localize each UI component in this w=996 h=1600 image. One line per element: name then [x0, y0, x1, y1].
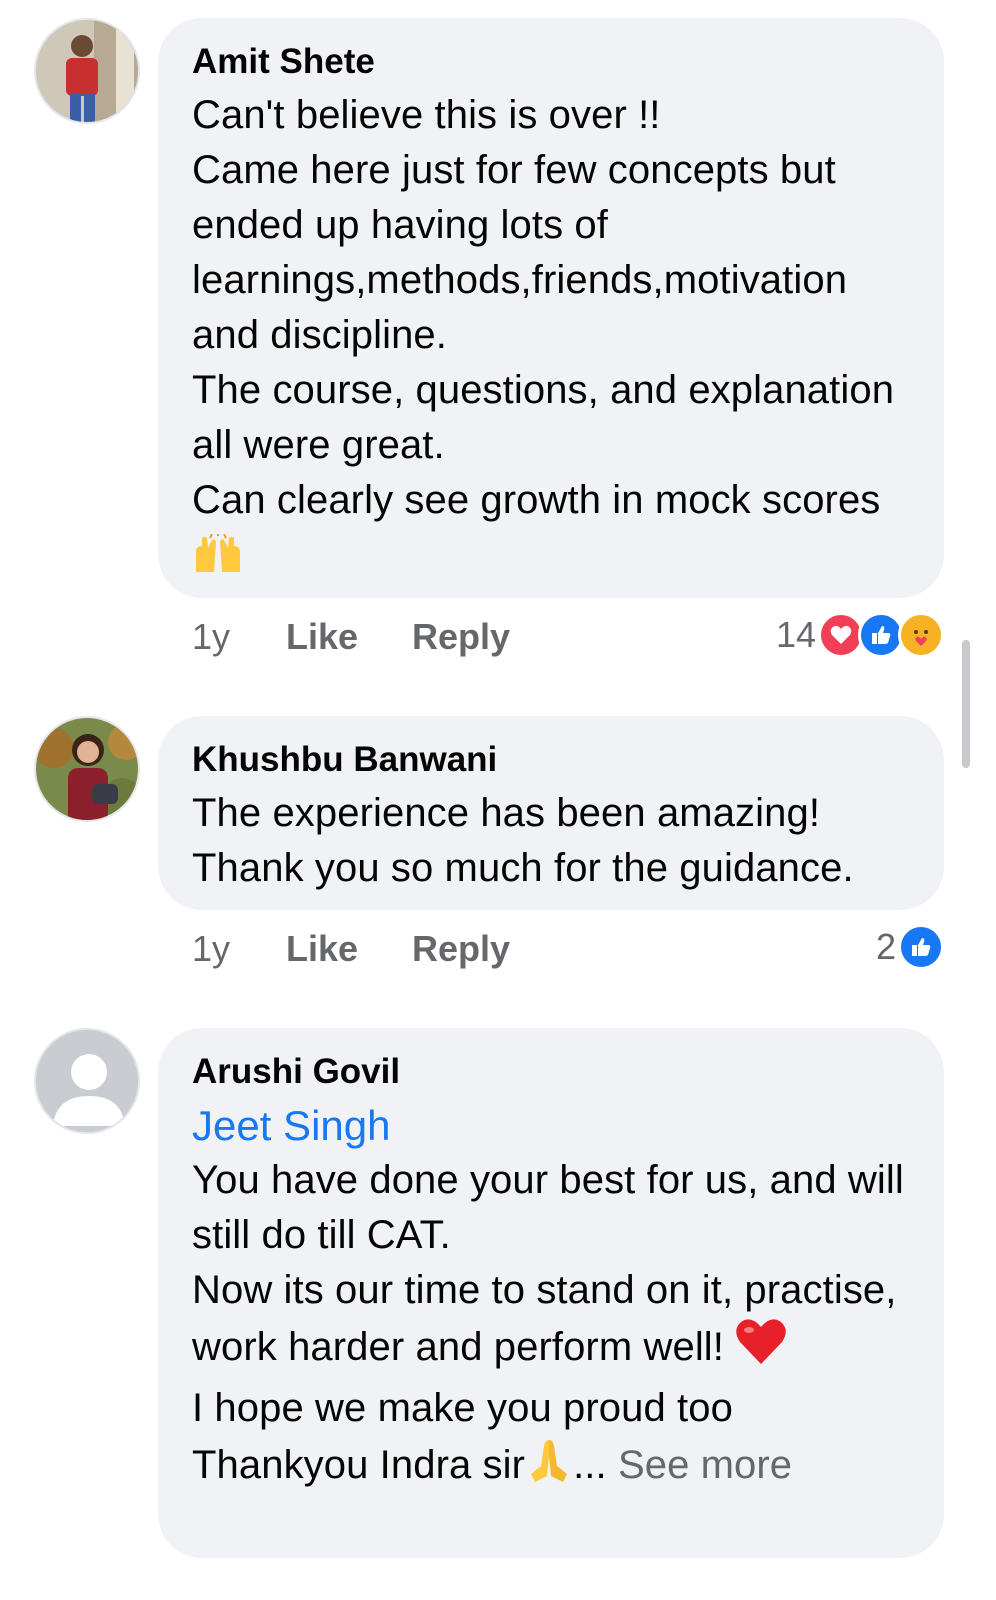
comment-text: You have done your best for us, and will…	[192, 1153, 914, 1499]
comment-body: You have done your best for us, and will…	[192, 1158, 904, 1369]
reply-button[interactable]: Reply	[412, 616, 510, 658]
comment-author[interactable]: Amit Shete	[192, 40, 914, 84]
comment-bubble: Khushbu Banwani The experience has been …	[158, 716, 944, 910]
ellipsis: ...	[573, 1443, 607, 1487]
avatar[interactable]	[34, 1028, 140, 1134]
care-icon	[898, 612, 944, 658]
avatar[interactable]	[34, 716, 140, 822]
comment-actions: 1y Like Reply	[192, 616, 510, 658]
comment-actions: 1y Like Reply	[192, 928, 510, 970]
comments-page: Amit Shete Can't believe this is over !!…	[0, 0, 996, 1600]
comment-bubble: Amit Shete Can't believe this is over !!…	[158, 18, 944, 598]
folded-hands-icon	[525, 1436, 573, 1499]
reaction-summary[interactable]: 2	[876, 924, 944, 970]
red-heart-icon	[735, 1318, 787, 1381]
comment-author[interactable]: Arushi Govil	[192, 1050, 914, 1094]
like-icon	[898, 924, 944, 970]
raising-hands-emoji-icon	[192, 532, 244, 589]
comment-time[interactable]: 1y	[192, 616, 286, 658]
see-more-link[interactable]: See more	[618, 1443, 792, 1487]
comment-time[interactable]: 1y	[192, 928, 286, 970]
avatar[interactable]	[34, 18, 140, 124]
scrollbar[interactable]	[962, 640, 970, 768]
like-button[interactable]: Like	[286, 616, 412, 658]
mention-link[interactable]: Jeet Singh	[192, 1098, 914, 1153]
reply-button[interactable]: Reply	[412, 928, 510, 970]
like-button[interactable]: Like	[286, 928, 412, 970]
comment-bubble: Arushi Govil Jeet Singh You have done yo…	[158, 1028, 944, 1558]
comment-body: Can't believe this is over !! Came here …	[192, 93, 895, 522]
reaction-count: 14	[775, 614, 816, 655]
comment-author[interactable]: Khushbu Banwani	[192, 738, 914, 782]
reaction-summary[interactable]: 14	[776, 612, 944, 658]
comment-text: The experience has been amazing! Thank y…	[192, 791, 854, 890]
reaction-count: 2	[875, 926, 896, 967]
comment-text: Can't believe this is over !! Came here …	[192, 88, 914, 589]
